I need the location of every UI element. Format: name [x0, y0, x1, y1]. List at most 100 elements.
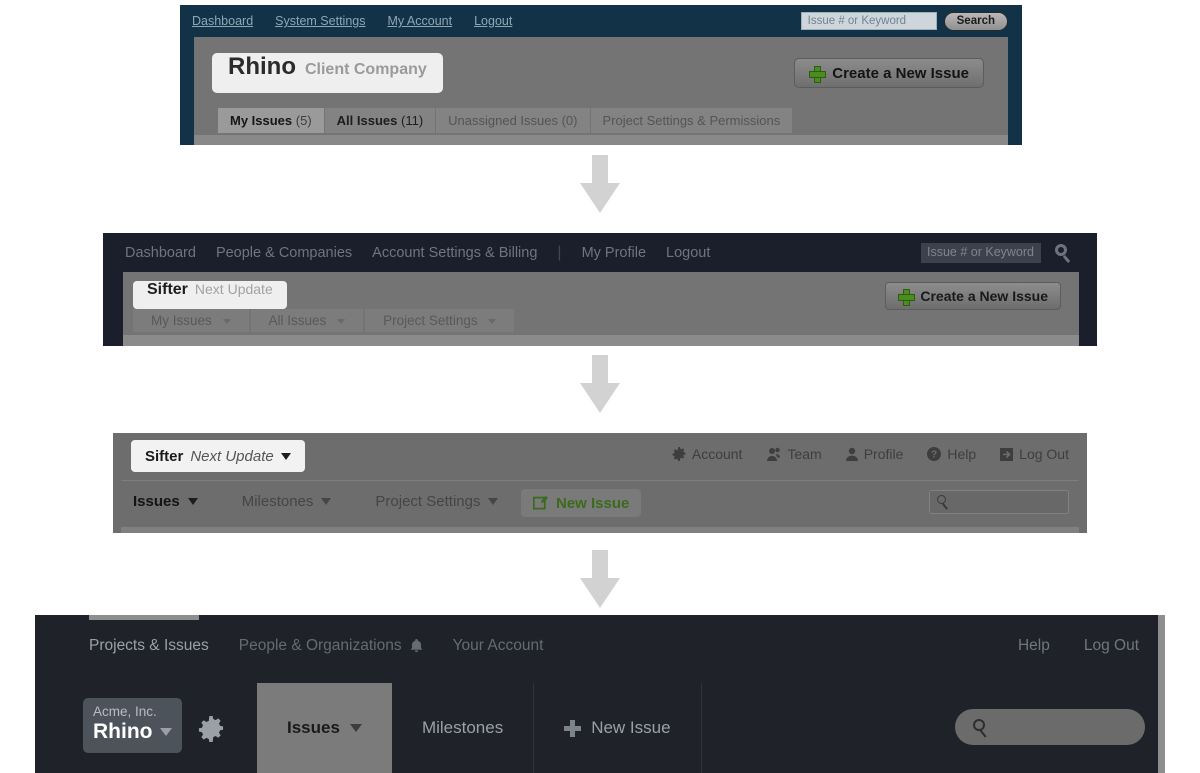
p4-nav-projects-issues-label: Projects & Issues: [89, 637, 209, 654]
chevron-down-icon: [187, 498, 198, 505]
p4-nav-help[interactable]: Help: [1018, 637, 1050, 655]
p4-settings-button[interactable]: [198, 716, 224, 747]
person-icon: [845, 447, 858, 461]
p2-menu-all-issues[interactable]: All Issues: [250, 309, 364, 332]
edit-icon: [533, 496, 548, 510]
p3-link-help-label: Help: [947, 446, 977, 462]
p2-project-chip[interactable]: Sifter Next Update: [133, 281, 287, 309]
p4-org-project-chip[interactable]: Acme, Inc. Rhino: [83, 698, 182, 753]
p4-tab-new-issue[interactable]: New Issue: [534, 683, 702, 773]
p1-project-chip[interactable]: Rhino Client Company: [212, 53, 443, 93]
p3-link-account[interactable]: Account: [672, 446, 743, 462]
p4-nav-projects-issues[interactable]: Projects & Issues: [89, 637, 209, 655]
p1-tab-unassigned-issues[interactable]: Unassigned Issues (0): [436, 108, 591, 133]
p4-nav-your-account-label: Your Account: [452, 637, 544, 654]
panel-v3: Sifter Next Update Account Team Profile …: [113, 433, 1087, 533]
svg-text:?: ?: [931, 450, 937, 461]
p3-link-logout[interactable]: Log Out: [1000, 446, 1069, 462]
p2-nav-people-companies[interactable]: People & Companies: [216, 245, 352, 261]
p3-menu-project-settings[interactable]: Project Settings: [375, 493, 499, 510]
chevron-down-icon: [321, 498, 332, 505]
p3-menu-issues-label: Issues: [133, 493, 180, 510]
p2-menu-project-settings[interactable]: Project Settings: [365, 309, 515, 332]
p3-link-logout-label: Log Out: [1019, 446, 1069, 462]
p3-menu-milestones[interactable]: Milestones: [242, 493, 332, 510]
p3-link-help[interactable]: ? Help: [927, 446, 976, 462]
p2-search-group: Issue # or Keyword: [921, 242, 1097, 263]
chevron-down-icon: [280, 452, 291, 460]
bell-icon: [410, 638, 422, 652]
p4-nav-logout[interactable]: Log Out: [1084, 637, 1139, 655]
help-icon: ?: [927, 447, 942, 461]
p4-project-name-row: Rhino: [93, 720, 182, 744]
p1-tab-my-issues-count: (5): [295, 113, 312, 128]
p1-search-button[interactable]: Search: [943, 11, 1008, 31]
p2-menu-my-issues[interactable]: My Issues: [133, 309, 249, 332]
p2-search-input[interactable]: Issue # or Keyword: [921, 242, 1041, 263]
plus-icon: [564, 719, 582, 737]
chevron-down-icon: [488, 498, 499, 505]
p1-tab-bar: My Issues (5) All Issues (11) Unassigned…: [218, 108, 794, 133]
chevron-down-icon: [337, 318, 346, 324]
p2-create-issue-button[interactable]: Create a New Issue: [885, 282, 1061, 310]
p2-menu-project-settings-label: Project Settings: [383, 313, 478, 328]
p1-tab-project-settings[interactable]: Project Settings & Permissions: [590, 108, 794, 133]
p2-global-nav: Dashboard People & Companies Account Set…: [103, 233, 1097, 272]
p2-nav-my-profile[interactable]: My Profile: [582, 245, 646, 261]
p3-project-subtitle: Next Update: [190, 447, 274, 465]
p4-tab-milestones[interactable]: Milestones: [392, 683, 535, 773]
chevron-down-icon: [160, 728, 173, 736]
p2-nav-dashboard[interactable]: Dashboard: [125, 245, 196, 261]
p4-global-nav: Projects & Issues People & Organizations…: [35, 629, 1165, 663]
p2-nav-account-settings[interactable]: Account Settings & Billing: [372, 245, 537, 261]
panel-v1: Dashboard System Settings My Account Log…: [180, 5, 1022, 145]
p3-content-strip: [121, 527, 1079, 533]
p3-link-account-label: Account: [691, 446, 743, 462]
p3-menu-milestones-label: Milestones: [241, 493, 314, 510]
p4-tab-issues[interactable]: Issues: [257, 683, 392, 773]
flow-arrow-1: [580, 155, 620, 213]
p3-account-links: Account Team Profile ? Help Log Out: [672, 446, 1069, 462]
p3-link-profile-label: Profile: [863, 446, 904, 462]
p1-nav-logout[interactable]: Logout: [474, 14, 512, 28]
search-icon: [937, 495, 951, 510]
p2-body: Sifter Next Update Create a New Issue My…: [123, 272, 1079, 346]
p1-tab-all-issues[interactable]: All Issues (11): [324, 108, 437, 133]
flow-arrow-3: [580, 550, 620, 608]
p1-create-issue-button[interactable]: Create a New Issue: [794, 58, 984, 88]
p2-nav-logout[interactable]: Logout: [666, 245, 710, 261]
p3-new-issue-button[interactable]: New Issue: [521, 489, 642, 517]
p4-search-input[interactable]: [955, 709, 1145, 745]
p1-search-input[interactable]: Issue # or Keyword: [800, 12, 937, 30]
p3-search-input[interactable]: [929, 490, 1069, 514]
p3-new-issue-label: New Issue: [556, 494, 630, 512]
search-icon[interactable]: [1053, 243, 1073, 263]
p2-project-subtitle: Next Update: [194, 281, 273, 297]
p4-scrollbar[interactable]: [1158, 615, 1165, 773]
p1-nav-dashboard[interactable]: Dashboard: [192, 14, 253, 28]
p4-project-name: Rhino: [93, 720, 153, 743]
p3-link-team[interactable]: Team: [766, 446, 822, 462]
p3-menu-project-settings-label: Project Settings: [375, 493, 481, 510]
p4-tab-issues-label: Issues: [287, 718, 340, 737]
p3-project-chip[interactable]: Sifter Next Update: [131, 440, 305, 472]
p3-link-profile[interactable]: Profile: [845, 446, 904, 462]
p1-tab-my-issues[interactable]: My Issues (5): [218, 108, 325, 133]
chevron-down-icon: [222, 318, 231, 324]
p1-nav-my-account[interactable]: My Account: [387, 14, 452, 28]
p4-nav-people-organizations[interactable]: People & Organizations: [239, 637, 423, 655]
p2-content-strip: [123, 335, 1079, 346]
screenshot-stage: Dashboard System Settings My Account Log…: [0, 0, 1200, 773]
p1-content-strip: [194, 135, 1008, 145]
p4-nav-people-organizations-label: People & Organizations: [238, 637, 402, 654]
p4-tab-new-issue-label: New Issue: [591, 718, 671, 737]
plus-icon: [809, 65, 827, 83]
p4-nav-your-account[interactable]: Your Account: [453, 637, 544, 655]
p1-body: Rhino Client Company Create a New Issue …: [194, 37, 1008, 145]
p1-project-name: Rhino: [228, 53, 296, 80]
p1-nav-system-settings[interactable]: System Settings: [275, 14, 365, 28]
p3-menu-issues[interactable]: Issues: [133, 493, 198, 510]
p4-org-name: Acme, Inc.: [93, 704, 157, 719]
p3-menu-row: Issues Milestones Project Settings New I…: [121, 481, 1079, 527]
panel-v4: Projects & Issues People & Organizations…: [35, 615, 1165, 773]
